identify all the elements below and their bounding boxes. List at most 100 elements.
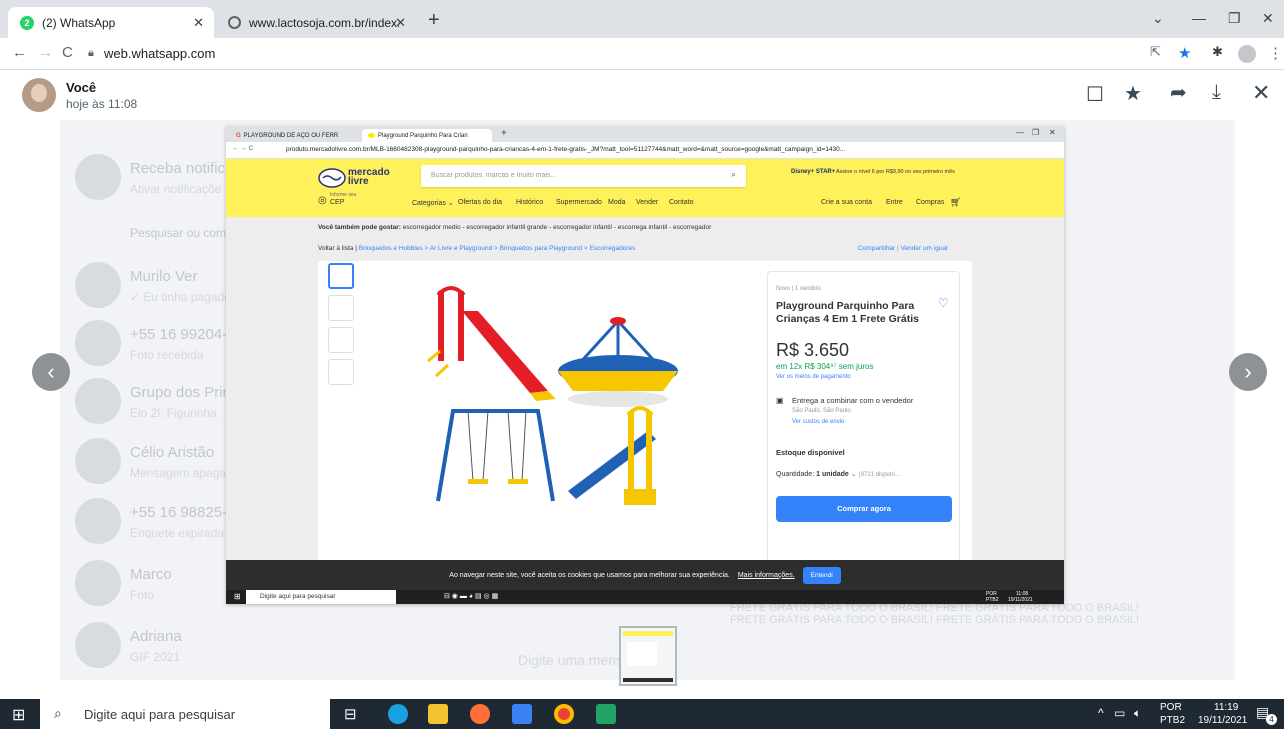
heart-icon[interactable]: ♡: [938, 296, 949, 310]
media-viewer: Receba notificaç Ativar notificaçõe Pesq…: [0, 70, 1284, 695]
ml-header: mercado livre Buscar produtos, marcas e …: [226, 159, 1064, 217]
price: R$ 3.650: [776, 340, 850, 360]
more-info-link[interactable]: Mais informações.: [738, 572, 795, 579]
thumbnail-1[interactable]: [328, 263, 354, 289]
reply-icon[interactable]: ☐: [1086, 82, 1104, 107]
thumbnail-3[interactable]: [328, 327, 354, 353]
search-icon[interactable]: ⌕: [731, 169, 736, 180]
keyboard-layout[interactable]: PTB2: [1160, 715, 1185, 726]
new-tab-button[interactable]: +: [428, 9, 440, 32]
tray-chevron-icon[interactable]: ^: [1098, 706, 1104, 720]
tab-lactosoja[interactable]: www.lactosoja.com.br/index.asp? ✕: [216, 7, 416, 38]
cart-icon[interactable]: 🛒︎: [950, 197, 961, 208]
inner-tab-bar: G PLAYGROUND DE AÇO OU FERR Playground Pa…: [226, 126, 1064, 142]
extensions-icon[interactable]: ✱: [1212, 44, 1223, 60]
lock-icon: 🔒︎: [88, 47, 94, 59]
star-icon[interactable]: ★: [1124, 81, 1142, 106]
edge-icon[interactable]: [388, 704, 408, 724]
url-field[interactable]: web.whatsapp.com: [104, 46, 215, 61]
back-icon[interactable]: ←: [12, 44, 27, 61]
breadcrumb: Voltar à lista | Brinquedos e Hobbies > …: [318, 245, 636, 252]
ml-nav-historico[interactable]: Histórico: [516, 199, 543, 206]
ml-nav-supermercado[interactable]: Supermercado: [556, 199, 602, 206]
inner-taskbar: ⊞ Digite aqui para pesquisar ⊟ ◉ ▬ ◕ ▤ ◎…: [226, 590, 1064, 604]
ml-nav-contato[interactable]: Contato: [669, 199, 694, 206]
tab-whatsapp[interactable]: 2 (2) WhatsApp ✕: [8, 7, 214, 38]
tab-title: www.lactosoja.com.br/index.asp?: [249, 15, 399, 30]
inner-taskbar-search: Digite aqui para pesquisar: [246, 590, 396, 604]
location-pin-icon: ◎: [318, 195, 327, 206]
network-icon[interactable]: ▭: [1114, 706, 1125, 720]
firefox-icon[interactable]: [470, 704, 490, 724]
download-icon[interactable]: ⤓: [1212, 81, 1221, 104]
stock-label: Estoque disponível: [776, 448, 845, 457]
ml-create-account[interactable]: Crie a sua conta: [821, 199, 872, 206]
windows-start-icon[interactable]: ⊞: [12, 705, 25, 725]
close-icon[interactable]: ✕: [1252, 80, 1270, 106]
suggestions: Você também pode gostar: escorregador me…: [318, 224, 712, 231]
quantity-selector[interactable]: Quantidade: 1 unidade ⌄ (9721 disponí...: [776, 470, 900, 478]
ml-nav-categorias[interactable]: Categorias ⌄: [412, 199, 454, 207]
thumbnail-2[interactable]: [328, 295, 354, 321]
close-window-icon[interactable]: ✕: [1262, 10, 1274, 27]
bookmark-star-icon[interactable]: ★: [1178, 44, 1191, 62]
volume-icon[interactable]: 🔈︎: [1134, 706, 1141, 721]
clock-time[interactable]: 11:19: [1214, 702, 1238, 713]
address-bar: ← → C 🔒︎ web.whatsapp.com ⇱ ★ ✱ ⋮: [0, 38, 1284, 70]
cookie-banner: Ao navegar neste site, você aceita os co…: [226, 560, 1064, 590]
language-indicator[interactable]: POR: [1160, 702, 1182, 713]
windows-start-icon: ⊞: [234, 592, 241, 601]
tab-title: (2) WhatsApp: [42, 15, 116, 30]
media-thumbnail[interactable]: [619, 626, 677, 686]
shipping-costs-link[interactable]: Ver custos de envio: [792, 419, 844, 425]
notification-count: 4: [1266, 714, 1277, 725]
chrome-icon[interactable]: [554, 704, 574, 724]
search-icon: ⌕: [54, 705, 62, 721]
share-icon[interactable]: ⇱: [1150, 44, 1161, 60]
task-view-icon[interactable]: ⊟: [344, 705, 357, 723]
ml-nav-vender[interactable]: Vender: [636, 199, 658, 206]
windows-taskbar: ⊞ ⌕ Digite aqui para pesquisar ⊟ ^ ▭ 🔈︎ …: [0, 699, 1284, 729]
buy-now-button[interactable]: Comprar agora: [776, 496, 952, 522]
maximize-icon[interactable]: ❐: [1228, 10, 1241, 27]
payment-methods-link[interactable]: Ver os meios de pagamento: [776, 374, 851, 380]
location-text: São Paulo, São Paulo: [792, 408, 851, 414]
taskbar-search-input[interactable]: ⌕ Digite aqui para pesquisar: [40, 699, 330, 729]
delivery-icon: ▣: [776, 396, 784, 405]
thumbnail-4[interactable]: [328, 359, 354, 385]
menu-kebab-icon[interactable]: ⋮: [1268, 44, 1283, 62]
mercadolivre-logo: mercado livre: [318, 165, 398, 191]
close-tab-icon[interactable]: ✕: [395, 15, 406, 31]
profile-avatar[interactable]: [1238, 45, 1256, 63]
installments: em 12x R$ 304⁹⁷ sem juros: [776, 362, 874, 371]
ml-nav-moda[interactable]: Moda: [608, 199, 626, 206]
ml-login[interactable]: Entre: [886, 199, 903, 206]
ml-purchases[interactable]: Compras: [916, 199, 944, 206]
clock-date[interactable]: 19/11/2021: [1198, 715, 1247, 726]
reload-icon[interactable]: C: [62, 44, 73, 61]
next-media-button[interactable]: ›: [1229, 353, 1267, 391]
minimize-icon[interactable]: —: [1192, 10, 1206, 26]
file-explorer-icon[interactable]: [428, 704, 448, 724]
background-message-text: FRETE GRÁTIS PARA TODO O BRASIL! FRETE G…: [730, 602, 1139, 626]
tab-search-icon[interactable]: ⌄: [1152, 10, 1164, 27]
document-icon[interactable]: [512, 704, 532, 724]
previous-media-button[interactable]: ‹: [32, 353, 70, 391]
accept-cookies-button[interactable]: Entendi: [802, 566, 841, 584]
forward-icon[interactable]: ➦: [1170, 80, 1187, 105]
media-image: G PLAYGROUND DE AÇO OU FERR Playground Pa…: [226, 126, 1064, 604]
globe-icon: [228, 16, 241, 29]
ml-nav-ofertas[interactable]: Ofertas do dia: [458, 199, 502, 206]
ml-search-input[interactable]: Buscar produtos, marcas e muito mais...: [421, 165, 746, 187]
spreadsheet-icon[interactable]: [596, 704, 616, 724]
inner-address-bar: ← → C produto.mercadolivre.com.br/MLB-16…: [226, 142, 1064, 159]
forward-icon[interactable]: →: [38, 44, 53, 61]
list-item: Adriana GIF 2021: [75, 622, 405, 674]
avatar[interactable]: [22, 78, 56, 112]
inner-tab-active: Playground Parquinho Para Crian: [362, 129, 492, 142]
product-image: [427, 286, 678, 505]
close-tab-icon[interactable]: ✕: [193, 15, 204, 31]
buy-box: Novo | 1 vendido Playground Parquinho Pa…: [767, 271, 960, 604]
share-links: Compartilhar | Vender um igual: [858, 245, 948, 252]
browser-tab-bar: 2 (2) WhatsApp ✕ www.lactosoja.com.br/in…: [0, 0, 1284, 38]
